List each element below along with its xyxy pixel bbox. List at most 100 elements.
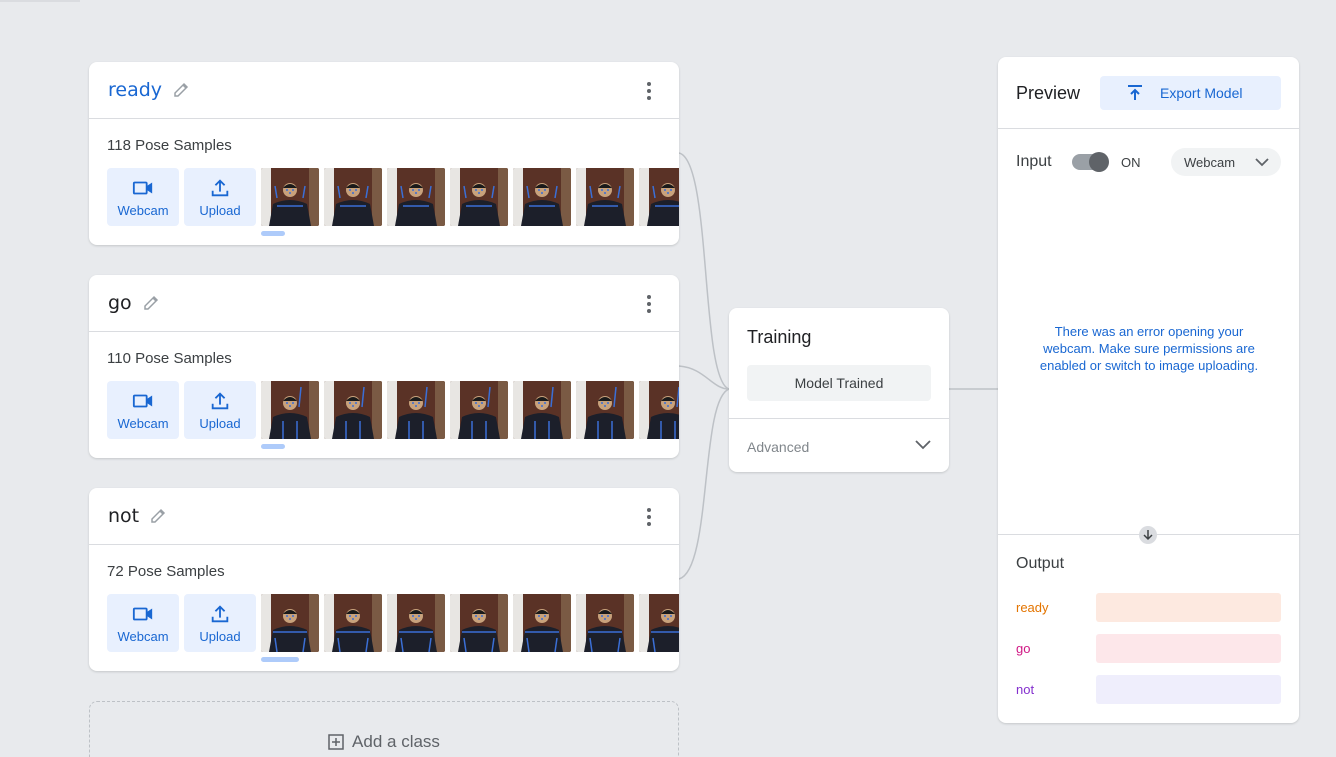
pose-sample-thumbnail[interactable]: [513, 381, 571, 439]
class-card-ready: ready 118 Pose Samples Webcam Upload: [89, 62, 679, 245]
output-label: not: [1016, 682, 1035, 697]
class-name[interactable]: go: [108, 292, 132, 314]
video-camera-icon: [132, 394, 153, 407]
input-source-value: Webcam: [1184, 154, 1236, 170]
sample-row: Webcam Upload: [107, 168, 679, 226]
toggle-knob: [1089, 152, 1109, 172]
pose-sample-thumbnail[interactable]: [576, 594, 634, 652]
upload-button[interactable]: Upload: [184, 381, 256, 439]
webcam-button-label: Webcam: [117, 202, 169, 218]
pose-sample-thumbnail[interactable]: [450, 381, 508, 439]
input-row: Input ON Webcam: [1016, 148, 1281, 176]
sample-count: 118 Pose Samples: [107, 137, 232, 154]
output-label: go: [1016, 641, 1031, 656]
webcam-error-message: There was an error opening your webcam. …: [1039, 324, 1259, 373]
pencil-icon[interactable]: [142, 294, 160, 312]
pencil-icon[interactable]: [172, 81, 190, 99]
pose-sample-thumbnail[interactable]: [261, 594, 319, 652]
webcam-button[interactable]: Webcam: [107, 594, 179, 652]
upload-button-label: Upload: [199, 628, 241, 644]
preview-title: Preview: [1016, 83, 1081, 103]
pose-sample-thumbnail[interactable]: [639, 168, 679, 226]
output-confidence-bar: [1096, 675, 1281, 704]
pose-sample-thumbnail[interactable]: [387, 381, 445, 439]
output-confidence-bar: [1096, 593, 1281, 622]
webcam-button-label: Webcam: [117, 415, 169, 431]
pose-sample-thumbnail[interactable]: [639, 381, 679, 439]
webcam-button-label: Webcam: [117, 628, 169, 644]
pose-sample-thumbnail[interactable]: [639, 594, 679, 652]
output-confidence-bar: [1096, 634, 1281, 663]
class-card-not: not 72 Pose Samples Webcam Upload: [89, 488, 679, 671]
upload-button-label: Upload: [199, 202, 241, 218]
pose-sample-thumbnail[interactable]: [576, 168, 634, 226]
pose-sample-thumbnail[interactable]: [450, 594, 508, 652]
upload-button[interactable]: Upload: [184, 594, 256, 652]
video-camera-icon: [132, 181, 153, 194]
sample-row: Webcam Upload: [107, 594, 679, 652]
class-card-header: ready: [89, 62, 679, 119]
add-class-button[interactable]: Add a class: [89, 701, 679, 757]
sample-count: 72 Pose Samples: [107, 563, 225, 580]
thumbnail-scrollbar[interactable]: [261, 657, 299, 662]
class-card-go: go 110 Pose Samples Webcam Upload: [89, 275, 679, 458]
output-title: Output: [1016, 555, 1065, 572]
class-card-header: not: [89, 488, 679, 545]
pose-sample-thumbnail[interactable]: [261, 168, 319, 226]
thumbnail-scrollbar[interactable]: [261, 444, 285, 449]
class-name[interactable]: ready: [108, 79, 162, 101]
pose-sample-thumbnail[interactable]: [261, 381, 319, 439]
training-title: Training: [747, 327, 812, 347]
sample-thumbnails: [261, 594, 679, 652]
output-label: ready: [1016, 600, 1049, 615]
upload-icon: [211, 178, 229, 196]
webcam-button[interactable]: Webcam: [107, 168, 179, 226]
chevron-down-icon[interactable]: [915, 439, 931, 451]
export-model-label: Export Model: [1160, 85, 1243, 101]
class-name[interactable]: not: [108, 505, 139, 527]
pose-sample-thumbnail[interactable]: [324, 168, 382, 226]
input-toggle[interactable]: [1072, 152, 1109, 172]
export-icon: [1128, 85, 1142, 100]
pose-sample-thumbnail[interactable]: [324, 594, 382, 652]
class-card-header: go: [89, 275, 679, 332]
input-label: Input: [1016, 153, 1052, 170]
output-row-not: not: [1016, 675, 1281, 704]
pose-sample-thumbnail[interactable]: [513, 168, 571, 226]
sample-thumbnails: [261, 168, 679, 226]
train-model-button[interactable]: Model Trained: [747, 365, 931, 401]
export-model-button[interactable]: Export Model: [1100, 76, 1281, 110]
upload-button[interactable]: Upload: [184, 168, 256, 226]
pose-sample-thumbnail[interactable]: [513, 594, 571, 652]
chevron-down-icon: [1255, 158, 1269, 167]
sample-count: 110 Pose Samples: [107, 350, 232, 367]
more-options-icon[interactable]: [643, 82, 655, 100]
more-options-icon[interactable]: [643, 295, 655, 313]
top-divider: [0, 0, 80, 2]
pose-sample-thumbnail[interactable]: [450, 168, 508, 226]
upload-button-label: Upload: [199, 415, 241, 431]
pencil-icon[interactable]: [149, 507, 167, 525]
toggle-state: ON: [1121, 155, 1141, 170]
sample-row: Webcam Upload: [107, 381, 679, 439]
arrow-down-icon: [1139, 526, 1157, 544]
sample-thumbnails: [261, 381, 679, 439]
training-divider: [729, 418, 949, 419]
webcam-button[interactable]: Webcam: [107, 381, 179, 439]
more-options-icon[interactable]: [643, 508, 655, 526]
pose-sample-thumbnail[interactable]: [324, 381, 382, 439]
video-camera-icon: [132, 607, 153, 620]
thumbnail-scrollbar[interactable]: [261, 231, 285, 236]
advanced-toggle-label[interactable]: Advanced: [747, 439, 809, 455]
pose-sample-thumbnail[interactable]: [576, 381, 634, 439]
preview-header: Preview Export Model: [998, 57, 1299, 129]
upload-icon: [211, 604, 229, 622]
pose-sample-thumbnail[interactable]: [387, 594, 445, 652]
output-row-go: go: [1016, 634, 1281, 663]
training-panel: Training Model Trained Advanced: [729, 308, 949, 472]
output-row-ready: ready: [1016, 593, 1281, 622]
upload-icon: [211, 391, 229, 409]
add-box-icon: [328, 734, 344, 750]
pose-sample-thumbnail[interactable]: [387, 168, 445, 226]
input-source-select[interactable]: Webcam: [1171, 148, 1281, 176]
